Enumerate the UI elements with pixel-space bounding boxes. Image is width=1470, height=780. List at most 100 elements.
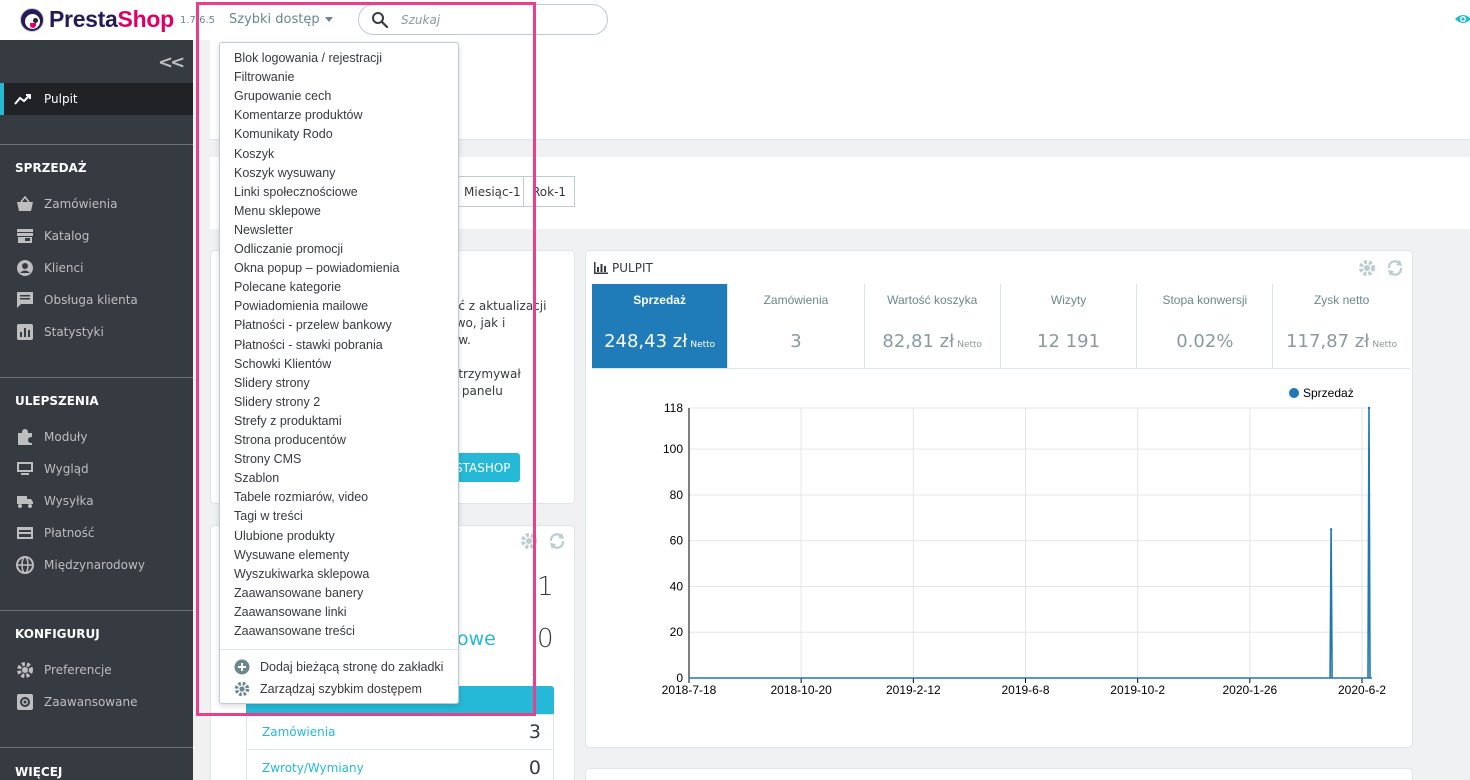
manage-quick-access-action-label: Zarządzaj szybkim dostępem xyxy=(260,682,422,696)
quick-access-item[interactable]: Zaawansowane linki xyxy=(234,603,347,622)
activity-row-label: Zwroty/Wymiany xyxy=(262,760,364,775)
quick-access-item[interactable]: Komunikaty Rodo xyxy=(234,125,333,144)
quick-access-label: Szybki dostęp xyxy=(229,12,320,27)
sidebar-item-appearance[interactable]: Wygląd xyxy=(0,454,193,484)
quick-access-item[interactable]: Wyszukiwarka sklepowa xyxy=(234,565,369,584)
quick-access-item[interactable]: Newsletter xyxy=(234,221,293,240)
sidebar-item-label: Obsługa klienta xyxy=(44,293,138,307)
quick-access-item[interactable]: Strony CMS xyxy=(234,450,301,469)
quick-access-item[interactable]: Wysuwane elementy xyxy=(234,546,349,565)
y-tick-label: 100 xyxy=(663,442,683,456)
activity-row-orders[interactable]: Zamówienia 3 xyxy=(246,714,554,750)
quick-access-item[interactable]: Koszyk xyxy=(234,145,274,164)
manage-quick-access-action[interactable]: Zarządzaj szybkim dostępem xyxy=(234,679,422,699)
products-panel xyxy=(585,768,1413,780)
quick-access-item[interactable]: Okna popup – powiadomienia xyxy=(234,259,399,278)
eye-icon[interactable] xyxy=(1454,10,1470,28)
period-year-button[interactable]: Rok-1 xyxy=(523,176,576,207)
sidebar-item-pulpit[interactable]: Pulpit xyxy=(0,83,193,115)
activity-count-carts: 0 xyxy=(537,624,554,654)
sidebar-item-label: Wygląd xyxy=(44,462,89,476)
sidebar-item-advanced[interactable]: Zaawansowane xyxy=(0,687,193,717)
prestashop-addons-button[interactable]: STASHOP xyxy=(451,453,520,482)
monitor-icon xyxy=(17,462,33,475)
search-box[interactable] xyxy=(358,4,608,35)
x-tick-label: 2018-10-20 xyxy=(770,683,832,697)
quick-access-item[interactable]: Polecane kategorie xyxy=(234,278,341,297)
activity-row-returns[interactable]: Zwroty/Wymiany 0 xyxy=(246,750,554,780)
quick-access-item[interactable]: Płatności - przelew bankowy xyxy=(234,316,392,335)
quick-access-item[interactable]: Strefy z produktami xyxy=(234,412,342,431)
puzzle-icon xyxy=(18,429,32,445)
sidebar-item-preferences[interactable]: Preferencje xyxy=(0,655,193,685)
quick-access-item[interactable]: Blok logowania / rejestracji xyxy=(234,49,382,68)
series-line-sprzedaż xyxy=(689,407,1372,679)
y-tick-label: 118 xyxy=(664,401,683,415)
period-month-button[interactable]: Miesiąc-1 xyxy=(455,176,530,207)
quick-access-toggle[interactable]: Szybki dostęp xyxy=(229,12,333,27)
quick-access-item[interactable]: Strona producentów xyxy=(234,431,346,450)
quick-access-item[interactable]: Linki społecznościowe xyxy=(234,183,358,202)
gear-icon[interactable] xyxy=(520,532,538,550)
search-input[interactable] xyxy=(401,12,591,27)
search-icon[interactable] xyxy=(371,11,389,29)
shopping-basket-icon xyxy=(17,196,33,211)
puffin-logo-icon xyxy=(20,7,44,32)
quick-access-item[interactable]: Tabele rozmiarów, video xyxy=(234,488,368,507)
sidebar-item-customers[interactable]: Klienci xyxy=(0,253,193,283)
refresh-icon[interactable] xyxy=(548,532,566,550)
sidebar-item-shipping[interactable]: Wysyłka xyxy=(0,486,193,516)
sidebar-item-payment[interactable]: Płatność xyxy=(0,518,193,548)
sidebar-item-modules[interactable]: Moduły xyxy=(0,422,193,452)
quick-access-item[interactable]: Powiadomienia mailowe xyxy=(234,297,368,316)
settings-box-icon xyxy=(17,694,33,710)
sidebar-item-customer-service[interactable]: Obsługa klienta xyxy=(0,285,193,315)
quick-access-item[interactable]: Slidery strony 2 xyxy=(234,393,320,412)
sidebar-scrollbar[interactable] xyxy=(193,40,210,780)
prestashop-logo[interactable]: PrestaShop xyxy=(20,6,174,33)
x-tick-label: 2019-6-8 xyxy=(1001,683,1049,697)
sidebar-item-catalog[interactable]: Katalog xyxy=(0,221,193,251)
quick-access-item[interactable]: Menu sklepowe xyxy=(234,202,321,221)
activity-link-new[interactable]: owe xyxy=(457,628,496,650)
quick-access-item[interactable]: Zaawansowane banery xyxy=(234,584,363,603)
sidebar-item-label: Katalog xyxy=(44,229,90,243)
dropdown-divider xyxy=(220,649,458,650)
x-tick-label: 2020-6-2 xyxy=(1338,683,1386,697)
sidebar-item-label: Statystyki xyxy=(44,325,104,339)
quick-access-item[interactable]: Tagi w treści xyxy=(234,507,303,526)
quick-access-item[interactable]: Odliczanie promocji xyxy=(234,240,343,259)
quick-access-item[interactable]: Szablon xyxy=(234,469,279,488)
sidebar-collapse-button[interactable]: << xyxy=(158,52,185,73)
quick-access-item[interactable]: Schowki Klientów xyxy=(234,355,331,374)
x-tick-label: 2018-7-18 xyxy=(662,683,717,697)
quick-access-item[interactable]: Komentarze produktów xyxy=(234,106,363,125)
add-bookmark-action[interactable]: Dodaj bieżącą stronę do zakładki xyxy=(234,657,443,677)
sidebar-item-label: Międzynarodowy xyxy=(44,558,145,572)
sidebar-item-label: Pulpit xyxy=(44,92,78,106)
section-title-sprzedaz: SPRZEDAŻ xyxy=(15,161,87,175)
sidebar-divider xyxy=(0,747,193,748)
section-title-konfiguruj: KONFIGURUJ xyxy=(15,627,100,641)
quick-access-item[interactable]: Slidery strony xyxy=(234,374,310,393)
version-label: 1.7.6.5 xyxy=(180,15,215,26)
quick-access-item[interactable]: Ulubione produkty xyxy=(234,527,335,546)
data-point xyxy=(1367,406,1371,410)
activity-count-online: 1 xyxy=(537,572,554,602)
sidebar-divider xyxy=(0,610,193,611)
sidebar-item-international[interactable]: Międzynarodowy xyxy=(0,550,193,580)
quick-access-item[interactable]: Zaawansowane treści xyxy=(234,622,355,641)
quick-access-item[interactable]: Płatności - stawki pobrania xyxy=(234,336,383,355)
quick-access-item[interactable]: Koszyk wysuwany xyxy=(234,164,335,183)
sidebar-item-orders[interactable]: Zamówienia xyxy=(0,189,193,219)
y-tick-label: 40 xyxy=(670,579,684,593)
quick-access-item[interactable]: Grupowanie cech xyxy=(234,87,331,106)
x-tick-label: 2019-2-12 xyxy=(886,683,941,697)
dashboard-panel: PULPIT Sprzedaż 248,43 zł Netto Zamówieni… xyxy=(585,250,1413,748)
logo-text-presta: Presta xyxy=(49,6,118,32)
sidebar-item-stats[interactable]: Statystyki xyxy=(0,317,193,347)
truck-icon xyxy=(17,496,33,508)
y-tick-label: 80 xyxy=(670,488,684,502)
sidebar-item-label: Płatność xyxy=(44,526,95,540)
quick-access-item[interactable]: Filtrowanie xyxy=(234,68,294,87)
